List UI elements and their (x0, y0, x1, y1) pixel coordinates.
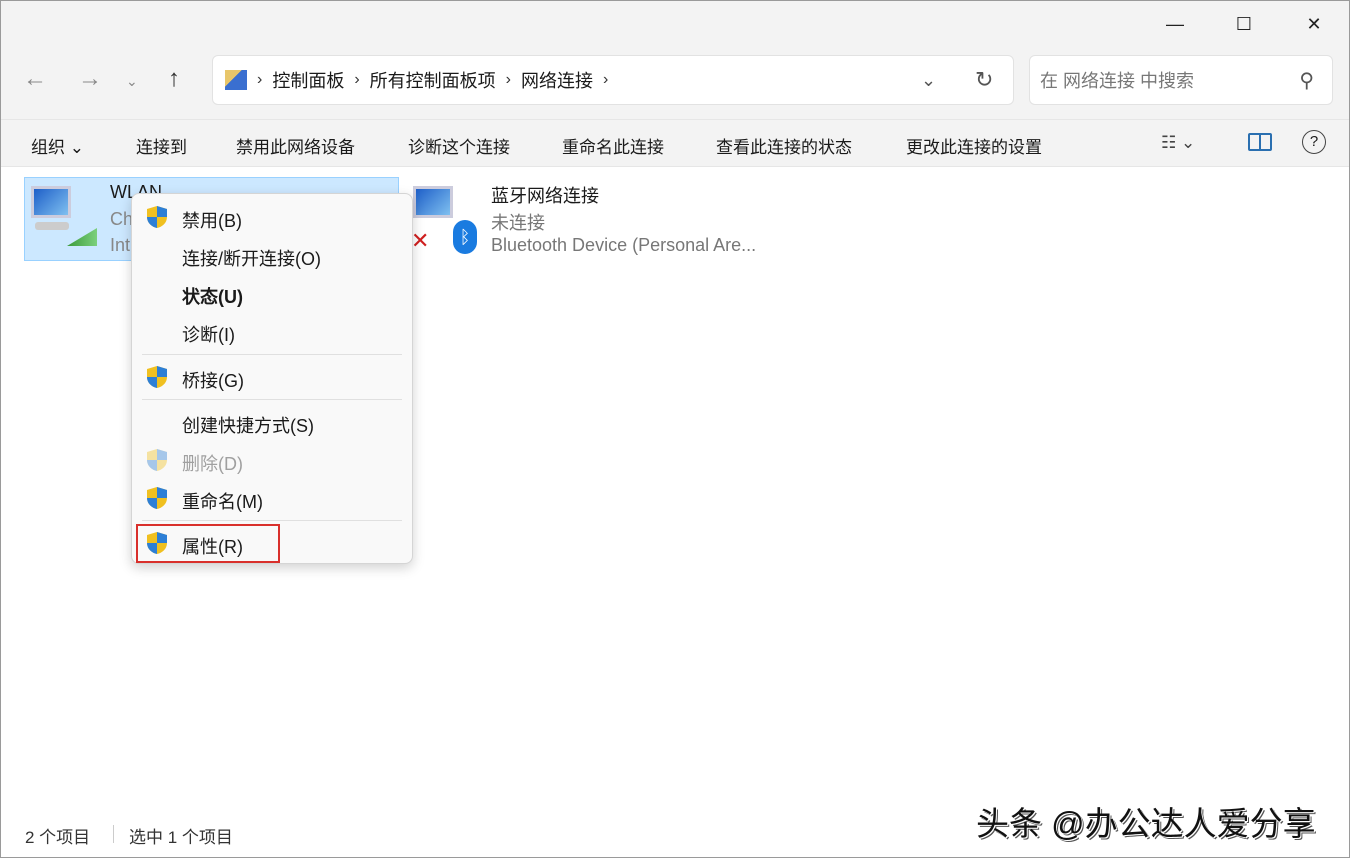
search-icon: ⚲ (1299, 68, 1314, 93)
menu-separator (142, 399, 402, 400)
watermark: 头条 @办公达人爱分享 (976, 797, 1316, 845)
context-menu: 禁用(B) 连接/断开连接(O) 状态(U) 诊断(I) 桥接(G) 创建快捷方… (131, 193, 413, 564)
up-icon[interactable]: ↑ (168, 65, 180, 93)
menu-delete: 删除(D) (182, 450, 243, 476)
minimize-button[interactable]: — (1152, 9, 1198, 39)
forward-icon[interactable]: → (78, 65, 102, 93)
bluetooth-name[interactable]: 蓝牙网络连接 (491, 182, 599, 208)
details-pane-icon[interactable] (1248, 133, 1272, 151)
rename-button[interactable]: 重命名此连接 (562, 133, 664, 158)
wlan-status: Ch (110, 209, 133, 230)
explorer-window: — ☐ ✕ ← → ⌄ ↑ ›控制面板 ›所有控制面板项 ›网络连接 › ⌄ ↻… (0, 0, 1350, 858)
breadcrumb-control-panel[interactable]: 控制面板 (272, 67, 344, 93)
menu-separator (142, 520, 402, 521)
view-status-button[interactable]: 查看此连接的状态 (716, 133, 852, 158)
menu-separator (142, 354, 402, 355)
status-divider (113, 825, 114, 843)
refresh-icon[interactable]: ↻ (975, 67, 993, 93)
breadcrumb-network-connections[interactable]: 网络连接 (521, 67, 593, 93)
bluetooth-status: 未连接 (491, 209, 545, 235)
help-icon[interactable]: ? (1302, 130, 1326, 154)
uac-shield-icon (146, 205, 168, 229)
highlight-box (136, 524, 280, 563)
address-dropdown-icon[interactable]: ⌄ (921, 70, 936, 91)
menu-rename[interactable]: 重命名(M) (182, 488, 263, 514)
close-button[interactable]: ✕ (1291, 9, 1337, 39)
item-count: 2 个项目 (25, 823, 90, 848)
organize-button[interactable]: 组织 ⌄ (31, 133, 84, 158)
bluetooth-adapter-icon: ✕ ᛒ (411, 184, 481, 254)
menu-diagnose[interactable]: 诊断(I) (182, 321, 235, 347)
diagnose-button[interactable]: 诊断这个连接 (408, 133, 510, 158)
disable-device-button[interactable]: 禁用此网络设备 (236, 133, 355, 158)
wlan-device: Int (110, 235, 130, 256)
command-bar: 组织 ⌄ 连接到 禁用此网络设备 诊断这个连接 重命名此连接 查看此连接的状态 … (1, 119, 1349, 167)
selected-count: 选中 1 个项目 (129, 823, 233, 848)
menu-status[interactable]: 状态(U) (182, 283, 243, 309)
back-icon[interactable]: ← (23, 65, 47, 93)
uac-shield-icon (146, 486, 168, 510)
menu-bridge[interactable]: 桥接(G) (182, 367, 244, 393)
recent-chevron-icon[interactable]: ⌄ (126, 73, 138, 90)
bluetooth-device: Bluetooth Device (Personal Are... (491, 235, 756, 256)
uac-shield-icon (146, 448, 168, 472)
search-input[interactable]: 在 网络连接 中搜索 ⚲ (1029, 55, 1333, 105)
menu-create-shortcut[interactable]: 创建快捷方式(S) (182, 412, 314, 438)
uac-shield-icon (146, 365, 168, 389)
wlan-adapter-icon (31, 184, 97, 246)
menu-disable[interactable]: 禁用(B) (182, 207, 242, 233)
view-options-icon[interactable]: ☷ ⌄ (1161, 133, 1195, 153)
address-bar[interactable]: ›控制面板 ›所有控制面板项 ›网络连接 › ⌄ ↻ (212, 55, 1014, 105)
breadcrumb-all-items[interactable]: 所有控制面板项 (370, 67, 496, 93)
title-bar: — ☐ ✕ ← → ⌄ ↑ ›控制面板 ›所有控制面板项 ›网络连接 › ⌄ ↻… (1, 1, 1349, 119)
change-settings-button[interactable]: 更改此连接的设置 (906, 133, 1042, 158)
network-folder-icon (225, 70, 247, 90)
maximize-button[interactable]: ☐ (1221, 9, 1267, 39)
connect-to-button[interactable]: 连接到 (136, 133, 187, 158)
search-placeholder: 在 网络连接 中搜索 (1040, 67, 1194, 93)
menu-connect-disconnect[interactable]: 连接/断开连接(O) (182, 245, 321, 271)
